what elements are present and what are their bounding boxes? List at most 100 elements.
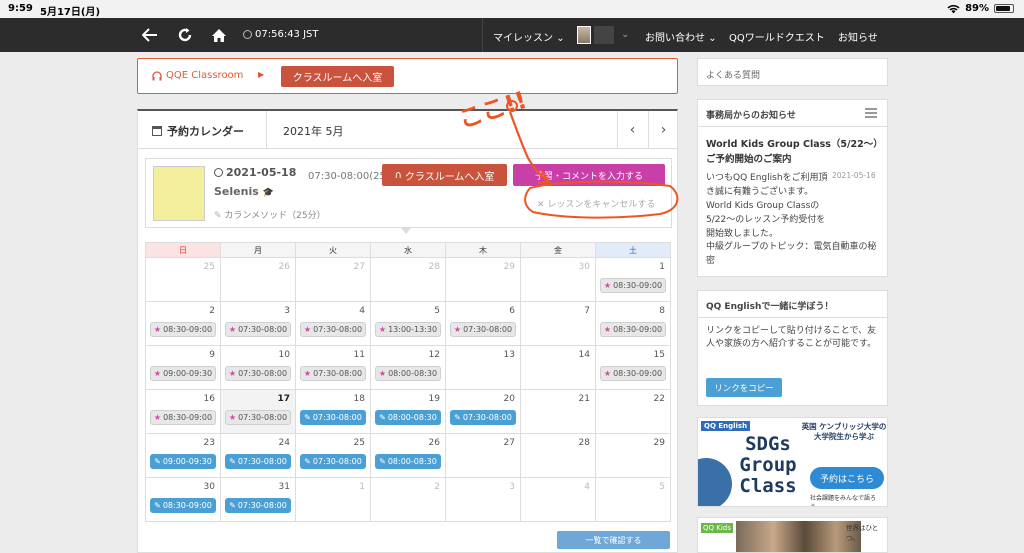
day-cell[interactable]: 4 ★ 07:30-08:00 — [295, 301, 371, 346]
day-cell[interactable]: 24 ✎ 07:30-08:00 — [220, 433, 296, 478]
day-cell[interactable]: 6 ★ 07:30-08:00 — [445, 301, 521, 346]
booked-lesson-slot[interactable]: ✎ 09:00-09:30 — [150, 454, 216, 469]
booked-lesson-slot[interactable]: ✎ 07:30-08:00 — [225, 498, 291, 513]
day-cell[interactable]: 25 — [145, 257, 221, 302]
nav-contact[interactable]: お問い合わせ ⌄ — [645, 29, 717, 44]
day-cell[interactable]: 15 ★ 08:30-09:00 — [595, 345, 671, 390]
day-cell[interactable]: 22 — [595, 389, 671, 434]
day-cell[interactable]: 3 — [445, 477, 521, 522]
preview-comment-button[interactable]: 予習・コメントを入力する — [513, 164, 665, 186]
day-cell[interactable]: 19 ✎ 08:00-08:30 — [370, 389, 446, 434]
day-cell[interactable]: 31 ✎ 07:30-08:00 — [220, 477, 296, 522]
completed-lesson-slot[interactable]: ★ 07:30-08:00 — [450, 322, 516, 337]
day-cell[interactable]: 16 ★ 08:30-09:00 — [145, 389, 221, 434]
day-cell[interactable]: 29 — [445, 257, 521, 302]
booked-lesson-slot[interactable]: ✎ 07:30-08:00 — [300, 410, 366, 425]
prev-month-button[interactable]: ‹ — [617, 111, 647, 149]
day-cell[interactable]: 17 ★ 07:30-08:00 — [220, 389, 296, 434]
day-cell[interactable]: 20 ✎ 07:30-08:00 — [445, 389, 521, 434]
day-cell[interactable]: 7 — [520, 301, 596, 346]
banner-reserve-button[interactable]: 予約はこちら — [810, 467, 884, 489]
booked-lesson-slot[interactable]: ✎ 07:30-08:00 — [300, 454, 366, 469]
day-cell[interactable]: 28 — [520, 433, 596, 478]
day-cell[interactable]: 12 ★ 08:00-08:30 — [370, 345, 446, 390]
day-cell[interactable]: 18 ✎ 07:30-08:00 — [295, 389, 371, 434]
day-cell[interactable]: 26 ✎ 08:00-08:30 — [370, 433, 446, 478]
completed-lesson-slot[interactable]: ★ 08:30-09:00 — [150, 410, 216, 425]
faq-box[interactable]: よくある質問 — [697, 58, 888, 86]
day-cell[interactable]: 10 ★ 07:30-08:00 — [220, 345, 296, 390]
day-cell[interactable]: 13 — [445, 345, 521, 390]
day-cell[interactable]: 25 ✎ 07:30-08:00 — [295, 433, 371, 478]
avatar[interactable] — [577, 26, 591, 44]
back-icon[interactable] — [139, 24, 161, 46]
view-list-button[interactable]: 一覧で確認する — [557, 531, 670, 549]
day-cell[interactable]: 21 — [520, 389, 596, 434]
day-cell[interactable]: 14 — [520, 345, 596, 390]
star-icon: ★ — [303, 369, 312, 378]
booked-lesson-slot[interactable]: ✎ 07:30-08:00 — [225, 454, 291, 469]
completed-lesson-slot[interactable]: ★ 07:30-08:00 — [225, 410, 291, 425]
day-cell[interactable]: 1 ★ 08:30-09:00 — [595, 257, 671, 302]
pencil-icon: ✎ — [154, 457, 161, 466]
nav-notice[interactable]: お知らせ — [838, 29, 878, 44]
lesson-enter-classroom-button[interactable]: ∩ クラスルームへ入室 — [382, 164, 507, 186]
slot-time: 07:30-08:00 — [313, 325, 363, 334]
day-cell[interactable]: 4 — [520, 477, 596, 522]
list-icon[interactable] — [865, 108, 877, 118]
completed-lesson-slot[interactable]: ★ 07:30-08:00 — [300, 322, 366, 337]
day-number: 30 — [203, 482, 215, 492]
day-cell[interactable]: 2 — [370, 477, 446, 522]
completed-lesson-slot[interactable]: ★ 07:30-08:00 — [225, 322, 291, 337]
booked-lesson-slot[interactable]: ✎ 08:30-09:00 — [150, 498, 216, 513]
teacher-name[interactable]: Selenis 🎓 — [214, 185, 274, 198]
nav-my-lesson[interactable]: マイレッスン ⌄ — [493, 29, 565, 44]
day-cell[interactable]: 11 ★ 07:30-08:00 — [295, 345, 371, 390]
clock-icon — [243, 30, 252, 39]
day-number: 12 — [428, 350, 440, 360]
completed-lesson-slot[interactable]: ★ 09:00-09:30 — [150, 366, 216, 381]
completed-lesson-slot[interactable]: ★ 08:30-09:00 — [600, 322, 666, 337]
news-body: いつもQQ Englishをご利用頂き誠に有難うございます。World Kids… — [706, 173, 828, 239]
day-number: 20 — [503, 394, 515, 404]
day-cell[interactable]: 27 — [295, 257, 371, 302]
day-cell[interactable]: 29 — [595, 433, 671, 478]
completed-lesson-slot[interactable]: ★ 07:30-08:00 — [225, 366, 291, 381]
day-cell[interactable]: 3 ★ 07:30-08:00 — [220, 301, 296, 346]
enter-classroom-button[interactable]: クラスルームへ入室 — [281, 66, 394, 87]
day-cell[interactable]: 26 — [220, 257, 296, 302]
day-cell[interactable]: 23 ✎ 09:00-09:30 — [145, 433, 221, 478]
star-icon: ★ — [228, 413, 237, 422]
day-cell[interactable]: 28 — [370, 257, 446, 302]
completed-lesson-slot[interactable]: ★ 08:00-08:30 — [375, 366, 441, 381]
copy-link-button[interactable]: リンクをコピー — [706, 378, 782, 397]
kids-banner[interactable]: QQ Kids 世界はひとつ。 — [697, 517, 888, 553]
sdgs-banner[interactable]: QQ English SDGs Group Class 英国 ケンブリッジ大学の… — [697, 417, 888, 507]
completed-lesson-slot[interactable]: ★ 08:30-09:00 — [600, 366, 666, 381]
day-cell[interactable]: 30 — [520, 257, 596, 302]
nav-world-quest[interactable]: QQワールドクエスト — [729, 29, 825, 44]
booked-lesson-slot[interactable]: ✎ 07:30-08:00 — [450, 410, 516, 425]
day-cell[interactable]: 5 ★ 13:00-13:30 — [370, 301, 446, 346]
cancel-lesson-link[interactable]: ✕ レッスンをキャンセルする — [537, 197, 655, 210]
day-cell[interactable]: 8 ★ 08:30-09:00 — [595, 301, 671, 346]
reload-icon[interactable] — [174, 24, 196, 46]
booked-lesson-slot[interactable]: ✎ 08:00-08:30 — [375, 454, 441, 469]
completed-lesson-slot[interactable]: ★ 07:30-08:00 — [300, 366, 366, 381]
day-cell[interactable]: 9 ★ 09:00-09:30 — [145, 345, 221, 390]
booked-lesson-slot[interactable]: ✎ 08:00-08:30 — [375, 410, 441, 425]
day-cell[interactable]: 30 ✎ 08:30-09:00 — [145, 477, 221, 522]
completed-lesson-slot[interactable]: ★ 08:30-09:00 — [600, 278, 666, 293]
news-title[interactable]: World Kids Group Class（5/22〜）ご予約開始のご案内 — [706, 137, 884, 167]
completed-lesson-slot[interactable]: ★ 13:00-13:30 — [375, 322, 441, 337]
day-number: 30 — [578, 262, 590, 272]
day-cell[interactable]: 27 — [445, 433, 521, 478]
user-menu[interactable] — [594, 26, 614, 44]
completed-lesson-slot[interactable]: ★ 08:30-09:00 — [150, 322, 216, 337]
next-month-button[interactable]: › — [648, 111, 678, 149]
day-number: 2 — [209, 306, 215, 316]
home-icon[interactable] — [208, 24, 230, 46]
day-cell[interactable]: 1 — [295, 477, 371, 522]
day-cell[interactable]: 2 ★ 08:30-09:00 — [145, 301, 221, 346]
day-cell[interactable]: 5 — [595, 477, 671, 522]
